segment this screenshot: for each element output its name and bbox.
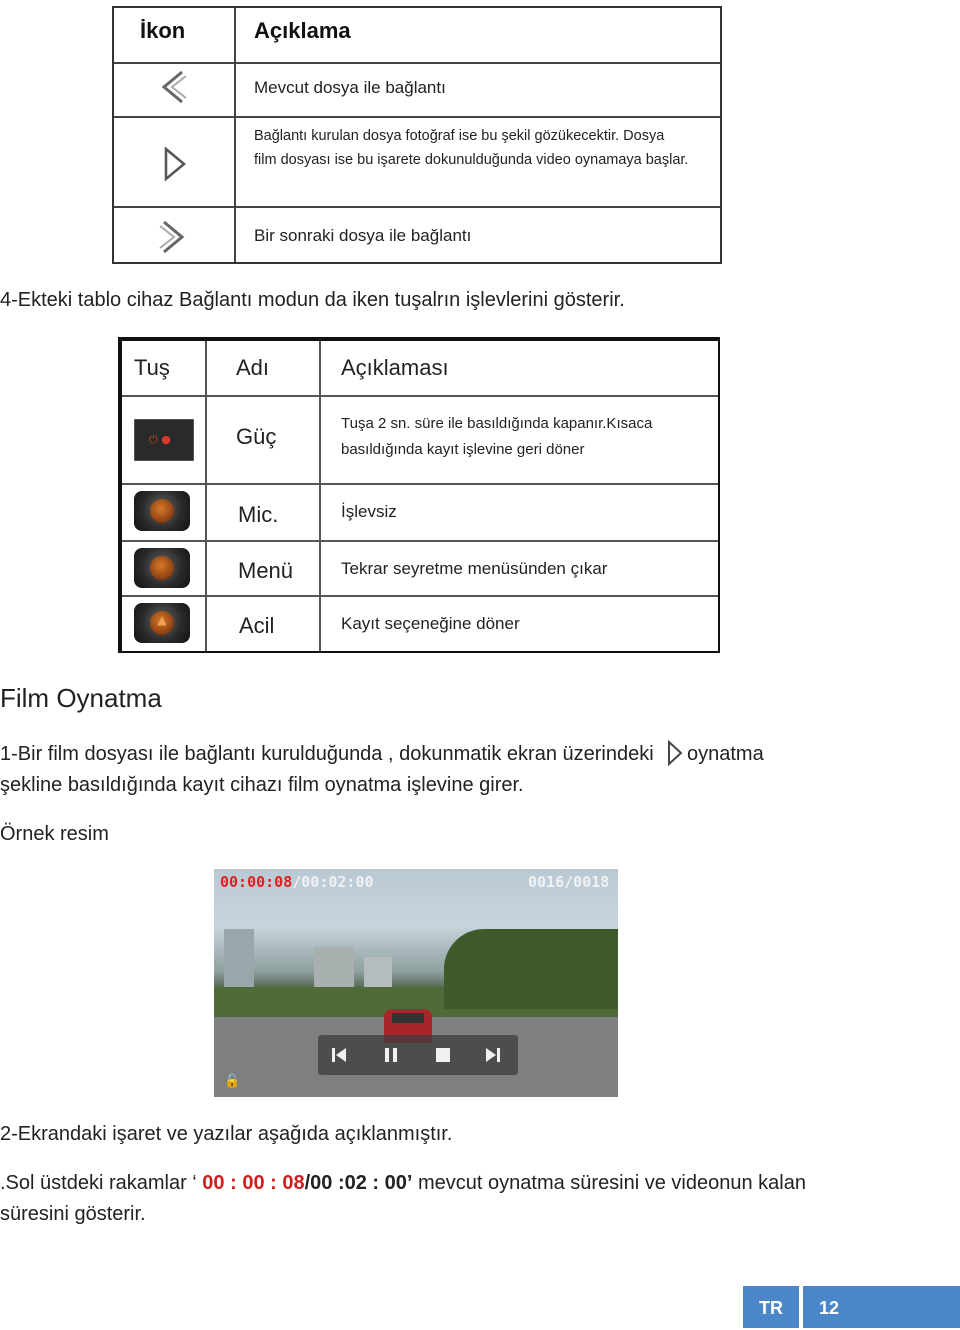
file-counter: 0016/0018	[528, 873, 610, 891]
table-divider	[114, 116, 720, 118]
example-label: Örnek resim	[0, 823, 109, 845]
name-menu: Menü	[238, 558, 294, 583]
table-divider	[114, 206, 720, 208]
row-play-line1: Bağlantı kurulan dosya fotoğraf ise bu ş…	[254, 128, 665, 144]
elapsed-time-text: 00 : 00 : 08	[202, 1172, 305, 1194]
paragraph-1-line2: şekline basıldığında kayıt cihazı film o…	[0, 774, 524, 796]
emergency-button-icon: ▲	[134, 603, 190, 643]
paragraph-3-suffix: mevcut oynatma süresini ve videonun kala…	[412, 1172, 806, 1194]
desc-power: Tuşa 2 sn. süre ile basıldığında kapanır…	[341, 411, 652, 463]
previous-chevron-icon	[161, 70, 187, 104]
desc-power-line2: basıldığında kayıt işlevine geri döner	[341, 441, 585, 458]
mic-button-icon	[134, 491, 190, 531]
row-prev-description: Mevcut dosya ile bağlantı	[254, 78, 446, 97]
header-icon: İkon	[140, 18, 186, 43]
remaining-time-text: /00 :02 : 00’	[304, 1172, 413, 1194]
language-badge: TR	[743, 1286, 799, 1328]
header-desc: Açıklaması	[341, 355, 449, 380]
paragraph-3-prefix: .Sol üstdeki rakamlar ‘	[0, 1172, 203, 1194]
remaining-time: /00:02:00	[292, 873, 374, 891]
icon-description-table: İkon Açıklama Mevcut dosya ile bağlantı …	[112, 6, 722, 264]
playback-controls	[318, 1035, 518, 1075]
table-divider	[234, 8, 236, 262]
table-divider	[319, 341, 321, 651]
name-mic: Mic.	[238, 502, 279, 527]
next-chevron-icon	[159, 220, 185, 254]
header-name: Adı	[236, 355, 270, 380]
next-button-icon[interactable]	[482, 1046, 502, 1064]
table-divider	[122, 395, 718, 397]
paragraph-1-part2: oynatma	[687, 743, 764, 765]
table-divider	[205, 341, 207, 651]
elapsed-time: 00:00:08	[220, 873, 293, 891]
stop-button-icon[interactable]	[434, 1046, 452, 1064]
desc-menu: Tekrar seyretme menüsünden çıkar	[341, 559, 608, 578]
name-emergency: Acil	[239, 613, 275, 638]
section-title: Film Oynatma	[0, 683, 162, 713]
header-description: Açıklama	[254, 18, 351, 43]
row-play-line2: film dosyası ise bu işarete dokunulduğun…	[254, 152, 689, 168]
table-divider	[114, 62, 720, 64]
paragraph-3: .Sol üstdeki rakamlar ‘ 00 : 00 : 08/00 …	[0, 1172, 806, 1195]
row-next-description: Bir sonraki dosya ile bağlantı	[254, 226, 472, 245]
desc-mic: İşlevsiz	[341, 502, 397, 521]
desc-power-line1: Tuşa 2 sn. süre ile basıldığında kapanır…	[341, 415, 653, 432]
button-functions-table: Tuş Adı Açıklaması ⏻ ● Güç Tuşa 2 sn. sü…	[118, 337, 720, 653]
play-triangle-icon	[164, 146, 186, 182]
paragraph-1-part1: 1-Bir film dosyası ile bağlantı kurulduğ…	[0, 743, 654, 765]
unlock-icon: 🔓	[224, 1073, 241, 1088]
table-divider	[122, 540, 718, 542]
previous-button-icon[interactable]	[330, 1046, 350, 1064]
page-number: 12	[803, 1286, 960, 1328]
row-play-description: Bağlantı kurulan dosya fotoğraf ise bu ş…	[254, 124, 688, 172]
table-divider	[122, 595, 718, 597]
osd-time: 00:00:08/00:02:00	[220, 873, 374, 891]
header-key: Tuş	[134, 355, 170, 380]
play-triangle-icon	[668, 740, 683, 766]
table-divider	[122, 483, 718, 485]
paragraph-2: 2-Ekrandaki işaret ve yazılar aşağıda aç…	[0, 1123, 453, 1145]
paragraph-3-line2: süresini gösterir.	[0, 1203, 146, 1225]
power-button-icon: ⏻ ●	[134, 419, 194, 461]
pause-button-icon[interactable]	[382, 1046, 400, 1064]
intro-paragraph: 4-Ekteki tablo cihaz Bağlantı modun da i…	[0, 289, 625, 311]
desc-emergency: Kayıt seçeneğine döner	[341, 614, 520, 633]
name-power: Güç	[236, 424, 277, 449]
menu-button-icon	[134, 548, 190, 588]
